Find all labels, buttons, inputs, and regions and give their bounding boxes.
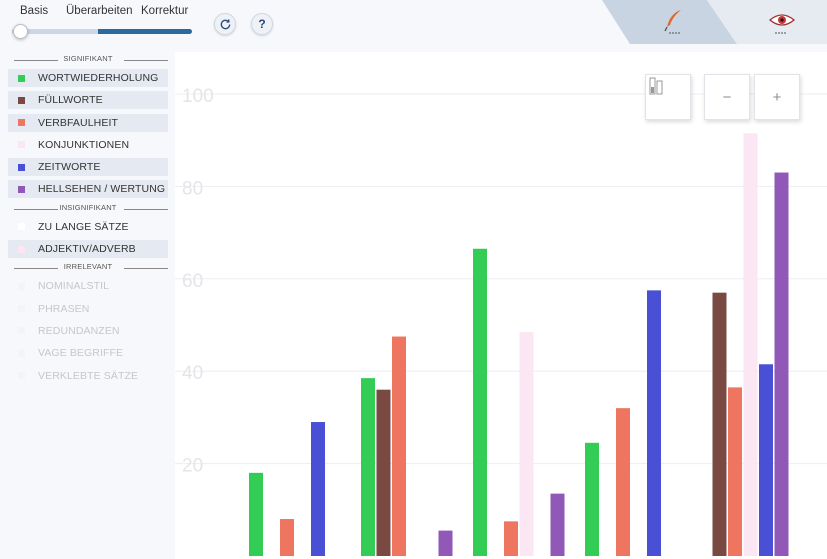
eye-icon bbox=[768, 14, 796, 34]
bar[interactable] bbox=[519, 331, 534, 556]
legend-swatch bbox=[18, 74, 25, 82]
bar[interactable] bbox=[361, 378, 375, 556]
legend-item-label: VERBFAULHEIT bbox=[38, 116, 118, 129]
zoom-in-button[interactable]: + bbox=[754, 74, 800, 120]
quill-icon bbox=[664, 10, 681, 34]
bar[interactable] bbox=[743, 133, 758, 556]
legend-swatch bbox=[18, 163, 25, 171]
bar[interactable] bbox=[647, 290, 661, 556]
legend-item[interactable]: REDUNDANZEN bbox=[8, 322, 168, 340]
legend-item[interactable]: PHRASEN bbox=[8, 300, 168, 318]
legend-item-label: ZEITWORTE bbox=[38, 161, 101, 174]
bar[interactable] bbox=[392, 336, 406, 556]
legend-swatch bbox=[18, 141, 25, 149]
chart-type-icon bbox=[649, 77, 663, 95]
legend-item-label: VERKLEBTE SÄTZE bbox=[38, 369, 139, 382]
help-icon: ? bbox=[258, 17, 266, 31]
legend-section-title: IRRELEVANT bbox=[8, 262, 168, 275]
mode-slider-handle[interactable] bbox=[13, 24, 28, 39]
minus-icon: − bbox=[722, 88, 732, 106]
legend-item[interactable]: ADJEKTIV/ADVERB bbox=[8, 240, 168, 259]
legend-section-title: SIGNIFIKANT bbox=[8, 54, 168, 67]
legend-item-label: REDUNDANZEN bbox=[38, 324, 120, 337]
legend-item[interactable]: ZEITWORTE bbox=[8, 158, 168, 177]
bar[interactable] bbox=[550, 493, 565, 556]
legend-item-label: WORTWIEDERHOLUNG bbox=[38, 72, 159, 84]
legend-item-label: ZU LANGE SÄTZE bbox=[38, 220, 129, 233]
legend-item[interactable]: VERBFAULHEIT bbox=[8, 113, 168, 132]
legend-swatch bbox=[18, 223, 25, 231]
tab-korrektur[interactable]: Korrektur bbox=[141, 5, 188, 17]
bar[interactable] bbox=[504, 521, 518, 556]
category-legend: SIGNIFIKANT WORTWIEDERHOLUNG FÜLLWORTE VERB… bbox=[8, 54, 168, 554]
bar[interactable] bbox=[712, 292, 727, 556]
bar[interactable] bbox=[585, 442, 599, 556]
bar[interactable] bbox=[438, 530, 453, 556]
legend-item[interactable]: NOMINALSTIL bbox=[8, 277, 168, 295]
bar[interactable] bbox=[280, 519, 294, 556]
bar[interactable] bbox=[249, 472, 263, 556]
legend-item-label: NOMINALSTIL bbox=[38, 280, 110, 293]
legend-swatch bbox=[18, 119, 25, 127]
bar[interactable] bbox=[759, 364, 773, 556]
legend-item[interactable]: FÜLLWORTE bbox=[8, 91, 168, 110]
legend-item[interactable]: ZU LANGE SÄTZE bbox=[8, 218, 168, 236]
y-tick-label: 100 bbox=[182, 86, 214, 107]
legend-swatch bbox=[18, 372, 25, 380]
write-mode-button[interactable] bbox=[657, 6, 693, 38]
refresh-icon bbox=[220, 18, 230, 29]
chart-type-button[interactable] bbox=[645, 74, 691, 120]
legend-item-label: FÜLLWORTE bbox=[38, 94, 103, 107]
legend-section-label: IRRELEVANT bbox=[61, 262, 115, 272]
legend-section-label: INSIGNIFIKANT bbox=[57, 202, 119, 212]
legend-item[interactable]: VAGE BEGRIFFE bbox=[8, 344, 168, 362]
legend-swatch bbox=[18, 282, 25, 290]
plus-icon: + bbox=[772, 88, 782, 106]
bar[interactable] bbox=[728, 387, 742, 556]
legend-item-label: PHRASEN bbox=[38, 302, 90, 315]
bar[interactable] bbox=[311, 422, 325, 556]
bar-chart: 20 40 60 80 100 bbox=[175, 86, 827, 556]
mode-slider-track[interactable] bbox=[12, 29, 192, 34]
bar[interactable] bbox=[376, 389, 391, 556]
help-button[interactable]: ? bbox=[251, 13, 273, 35]
y-tick-label: 60 bbox=[182, 271, 203, 292]
refresh-button[interactable] bbox=[214, 13, 236, 35]
legend-swatch bbox=[18, 305, 25, 313]
legend-swatch bbox=[18, 185, 25, 193]
view-switcher bbox=[602, 0, 827, 44]
legend-item-label: HELLSEHEN / WERTUNG bbox=[38, 183, 166, 196]
y-tick-label: 80 bbox=[182, 178, 203, 199]
legend-item-label: ADJEKTIV/ADVERB bbox=[38, 243, 136, 256]
bar[interactable] bbox=[473, 248, 487, 556]
bar[interactable] bbox=[774, 172, 789, 556]
view-mode-button[interactable] bbox=[762, 6, 802, 38]
legend-item[interactable]: HELLSEHEN / WERTUNG bbox=[8, 180, 168, 199]
legend-swatch bbox=[18, 96, 25, 104]
tab-ueberarbeiten[interactable]: Überarbeiten bbox=[66, 5, 132, 17]
bar[interactable] bbox=[616, 408, 630, 556]
legend-item[interactable]: KONJUNKTIONEN bbox=[8, 136, 168, 154]
legend-item-label: KONJUNKTIONEN bbox=[38, 138, 130, 151]
legend-item[interactable]: WORTWIEDERHOLUNG bbox=[8, 69, 168, 87]
chart-area: 20 40 60 80 100 − + bbox=[175, 52, 827, 559]
top-bar: Basis Überarbeiten Korrektur ? bbox=[0, 0, 827, 46]
legend-swatch bbox=[18, 349, 25, 357]
legend-section-label: SIGNIFIKANT bbox=[61, 54, 115, 63]
legend-item[interactable]: VERKLEBTE SÄTZE bbox=[8, 367, 168, 385]
zoom-out-button[interactable]: − bbox=[704, 74, 750, 120]
legend-swatch bbox=[18, 245, 25, 253]
legend-section-title: INSIGNIFIKANT bbox=[8, 202, 168, 216]
legend-swatch bbox=[18, 327, 25, 335]
y-tick-label: 40 bbox=[182, 363, 203, 384]
tab-basis[interactable]: Basis bbox=[20, 5, 48, 17]
legend-item-label: VAGE BEGRIFFE bbox=[38, 347, 124, 360]
y-tick-label: 20 bbox=[182, 456, 203, 477]
